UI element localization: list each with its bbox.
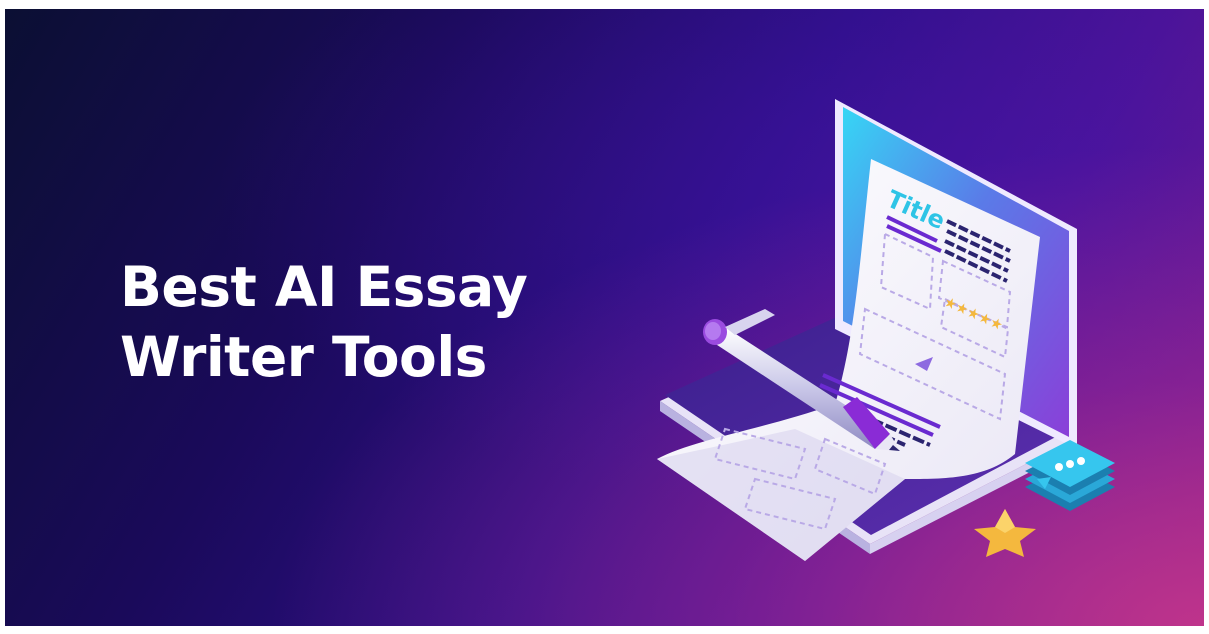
essay-writer-illustration: Title ★★★★★ <box>657 99 1115 561</box>
star-icon <box>974 509 1036 557</box>
hero-banner: Best AI Essay Writer Tools Title ★★★★★ <box>5 9 1204 626</box>
